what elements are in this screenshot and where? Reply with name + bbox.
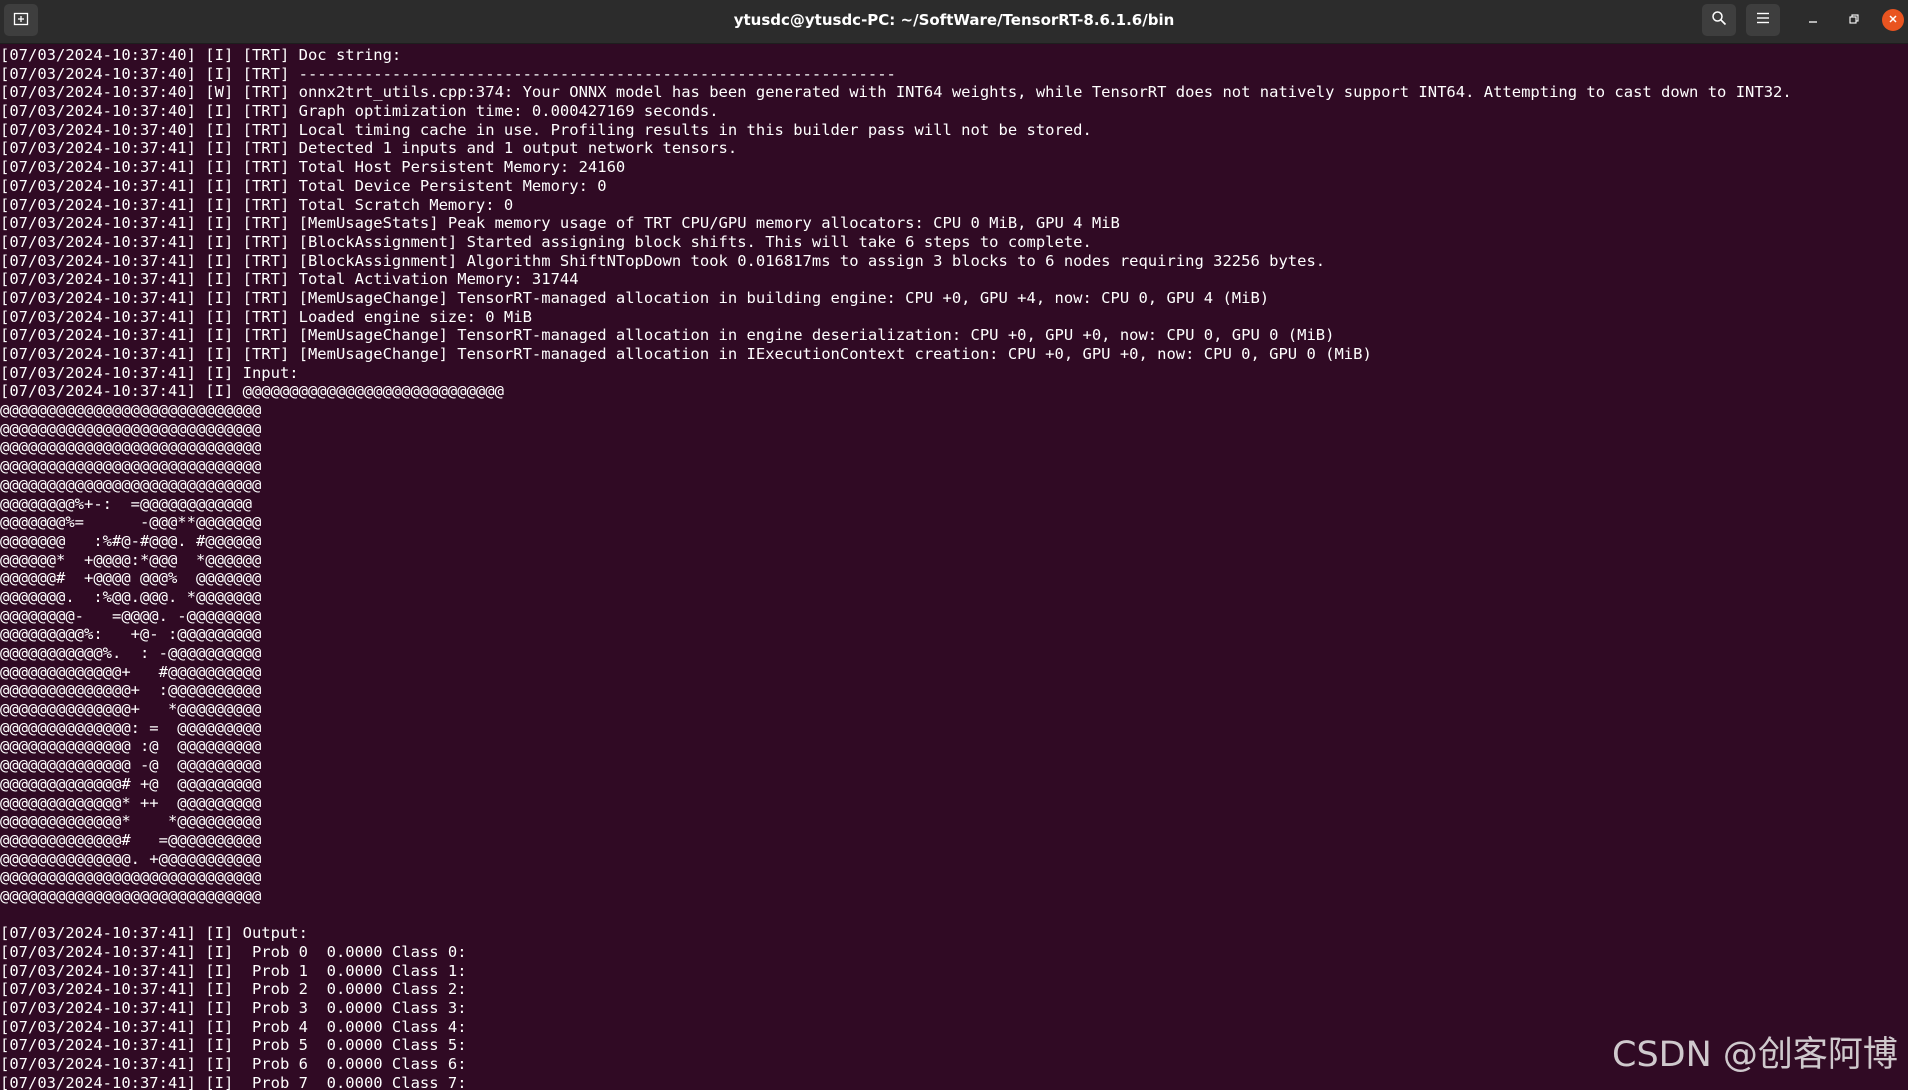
- terminal-line: [07/03/2024-10:37:41] [I] Output:: [0, 924, 308, 943]
- terminal-line: @@@@@@# +@@@@ @@@% @@@@@@@: [0, 569, 262, 588]
- close-button[interactable]: [1882, 9, 1904, 31]
- maximize-button[interactable]: [1842, 8, 1866, 32]
- search-icon: [1711, 10, 1727, 31]
- terminal-line: [07/03/2024-10:37:41] [I] [TRT] Total De…: [0, 176, 607, 195]
- window-title: ytusdc@ytusdc-PC: ~/SoftWare/TensorRT-8.…: [733, 11, 1175, 29]
- terminal-line: @@@@@@@@@@@@@# =@@@@@@@@@@: [0, 830, 262, 849]
- terminal-line: @@@@@@@@@@@@@@+ *@@@@@@@@@: [0, 700, 262, 719]
- title-bar[interactable]: ytusdc@ytusdc-PC: ~/SoftWare/TensorRT-8.…: [0, 0, 1908, 44]
- terminal-line: @@@@@@@@@@@@@@ :@ @@@@@@@@@: [0, 737, 262, 756]
- terminal-line: [07/03/2024-10:37:41] [I] Prob 0 0.0000 …: [0, 943, 467, 961]
- terminal-line: @@@@@@@@@@@@@@@@@@@@@@@@@@@@: [0, 457, 262, 476]
- terminal-line: [07/03/2024-10:37:41] [I] Input:: [0, 363, 299, 382]
- terminal-line: [07/03/2024-10:37:41] [I] [TRT] [BlockAs…: [0, 251, 1326, 270]
- terminal-line: [07/03/2024-10:37:41] [I] [TRT] Total Ac…: [0, 270, 579, 289]
- terminal-line: [07/03/2024-10:37:41] [I] [TRT] Total Ho…: [0, 158, 626, 177]
- terminal-line: @@@@@@@@@%: +@- :@@@@@@@@@: [0, 625, 262, 644]
- maximize-icon: [1849, 11, 1859, 29]
- csdn-watermark: CSDN @创客阿博: [1612, 1035, 1898, 1075]
- terminal-line: [07/03/2024-10:37:40] [I] [TRT] Local ti…: [0, 120, 1092, 139]
- search-button[interactable]: [1702, 4, 1736, 36]
- terminal-line: @@@@@@@@@@@@@@@@@@@@@@@@@@@@: [0, 868, 262, 887]
- terminal-lines: [07/03/2024-10:37:40] [I] [TRT] Doc stri…: [0, 46, 1908, 1090]
- terminal-line: @@@@@@* +@@@@:*@@@ *@@@@@@: [0, 550, 262, 569]
- menu-button[interactable]: [1746, 4, 1780, 36]
- terminal-line: [07/03/2024-10:37:41] [I] Prob 2 0.0000 …: [0, 980, 467, 999]
- hamburger-menu-icon: [1756, 11, 1770, 29]
- terminal-line: @@@@@@@@@@@@@@. +@@@@@@@@@@@: [0, 849, 262, 868]
- terminal-line: [07/03/2024-10:37:40] [I] [TRT] Graph op…: [0, 102, 719, 121]
- terminal-line: @@@@@@@@@@@@@@@@@@@@@@@@@@@@: [0, 438, 262, 457]
- terminal-line: @@@@@@@@@@@@@@@@@@@@@@@@@@@@: [0, 886, 262, 905]
- close-icon: [1888, 11, 1898, 29]
- terminal-line: [07/03/2024-10:37:41] [I] Prob 3 0.0000 …: [0, 999, 467, 1018]
- terminal-line: [07/03/2024-10:37:41] [I] [TRT] Loaded e…: [0, 307, 532, 326]
- terminal-line: @@@@@@@@@@@@@+ #@@@@@@@@@@: [0, 662, 262, 681]
- terminal-line: [07/03/2024-10:37:41] [I] [TRT] Detected…: [0, 139, 738, 158]
- terminal-line: [07/03/2024-10:37:41] [I] [TRT] [MemUsag…: [0, 326, 1335, 345]
- terminal-line: @@@@@@@@@@@@@# +@ @@@@@@@@@: [0, 774, 262, 793]
- terminal-line: @@@@@@@@@@@@@* *@@@@@@@@@: [0, 812, 262, 831]
- terminal-line: [07/03/2024-10:37:40] [I] [TRT] --------…: [0, 64, 896, 83]
- terminal-window: ytusdc@ytusdc-PC: ~/SoftWare/TensorRT-8.…: [0, 0, 1908, 1090]
- terminal-line: @@@@@@@. :%@@.@@@. *@@@@@@@: [0, 587, 262, 606]
- terminal-line: [07/03/2024-10:37:41] [I] [TRT] [BlockAs…: [0, 232, 1092, 251]
- terminal-line: @@@@@@@@@@@@@@@@@@@@@@@@@@@@: [0, 475, 262, 494]
- terminal-line: [07/03/2024-10:37:40] [I] [TRT] Doc stri…: [0, 46, 402, 64]
- terminal-line: @@@@@@@@@@@@@@@@@@@@@@@@@@@@: [0, 419, 262, 438]
- terminal-line: [07/03/2024-10:37:41] [I] [TRT] [MemUsag…: [0, 288, 1270, 307]
- minimize-icon: [1808, 11, 1818, 29]
- terminal-line: [07/03/2024-10:37:41] [I] [TRT] [MemUsag…: [0, 345, 1372, 363]
- terminal-line: [07/03/2024-10:37:40] [W] [TRT] onnx2trt…: [0, 83, 1792, 102]
- terminal-output[interactable]: [07/03/2024-10:37:40] [I] [TRT] Doc stri…: [0, 46, 1908, 1090]
- terminal-line: [07/03/2024-10:37:41] [I] @@@@@@@@@@@@@@…: [0, 382, 504, 401]
- terminal-line: [07/03/2024-10:37:41] [I] Prob 1 0.0000 …: [0, 961, 467, 980]
- terminal-line: @@@@@@@@@@@%. : -@@@@@@@@@@: [0, 644, 262, 662]
- terminal-line: @@@@@@@@@@@@@@+ :@@@@@@@@@@: [0, 681, 262, 700]
- new-tab-icon: [13, 10, 29, 31]
- terminal-line: [07/03/2024-10:37:41] [I] [TRT] Total Sc…: [0, 195, 514, 214]
- terminal-line: @@@@@@@@@@@@@@: = @@@@@@@@@: [0, 718, 262, 737]
- terminal-line: @@@@@@@%= -@@@**@@@@@@@: [0, 513, 262, 532]
- minimize-button[interactable]: [1801, 8, 1825, 32]
- terminal-line: @@@@@@@@@@@@@* ++ @@@@@@@@@: [0, 793, 262, 812]
- terminal-line: [07/03/2024-10:37:41] [I] [TRT] [MemUsag…: [0, 214, 1120, 233]
- terminal-line: @@@@@@@ :%#@-#@@@. #@@@@@@: [0, 531, 262, 550]
- terminal-line: @@@@@@@@@@@@@@@@@@@@@@@@@@@@: [0, 401, 262, 420]
- terminal-line: @@@@@@@@@@@@@@ -@ @@@@@@@@@: [0, 756, 262, 775]
- terminal-line: @@@@@@@@%+-: =@@@@@@@@@@@@: [0, 494, 252, 513]
- terminal-line: @@@@@@@@- =@@@@. -@@@@@@@@: [0, 606, 262, 625]
- new-tab-button[interactable]: [4, 4, 38, 36]
